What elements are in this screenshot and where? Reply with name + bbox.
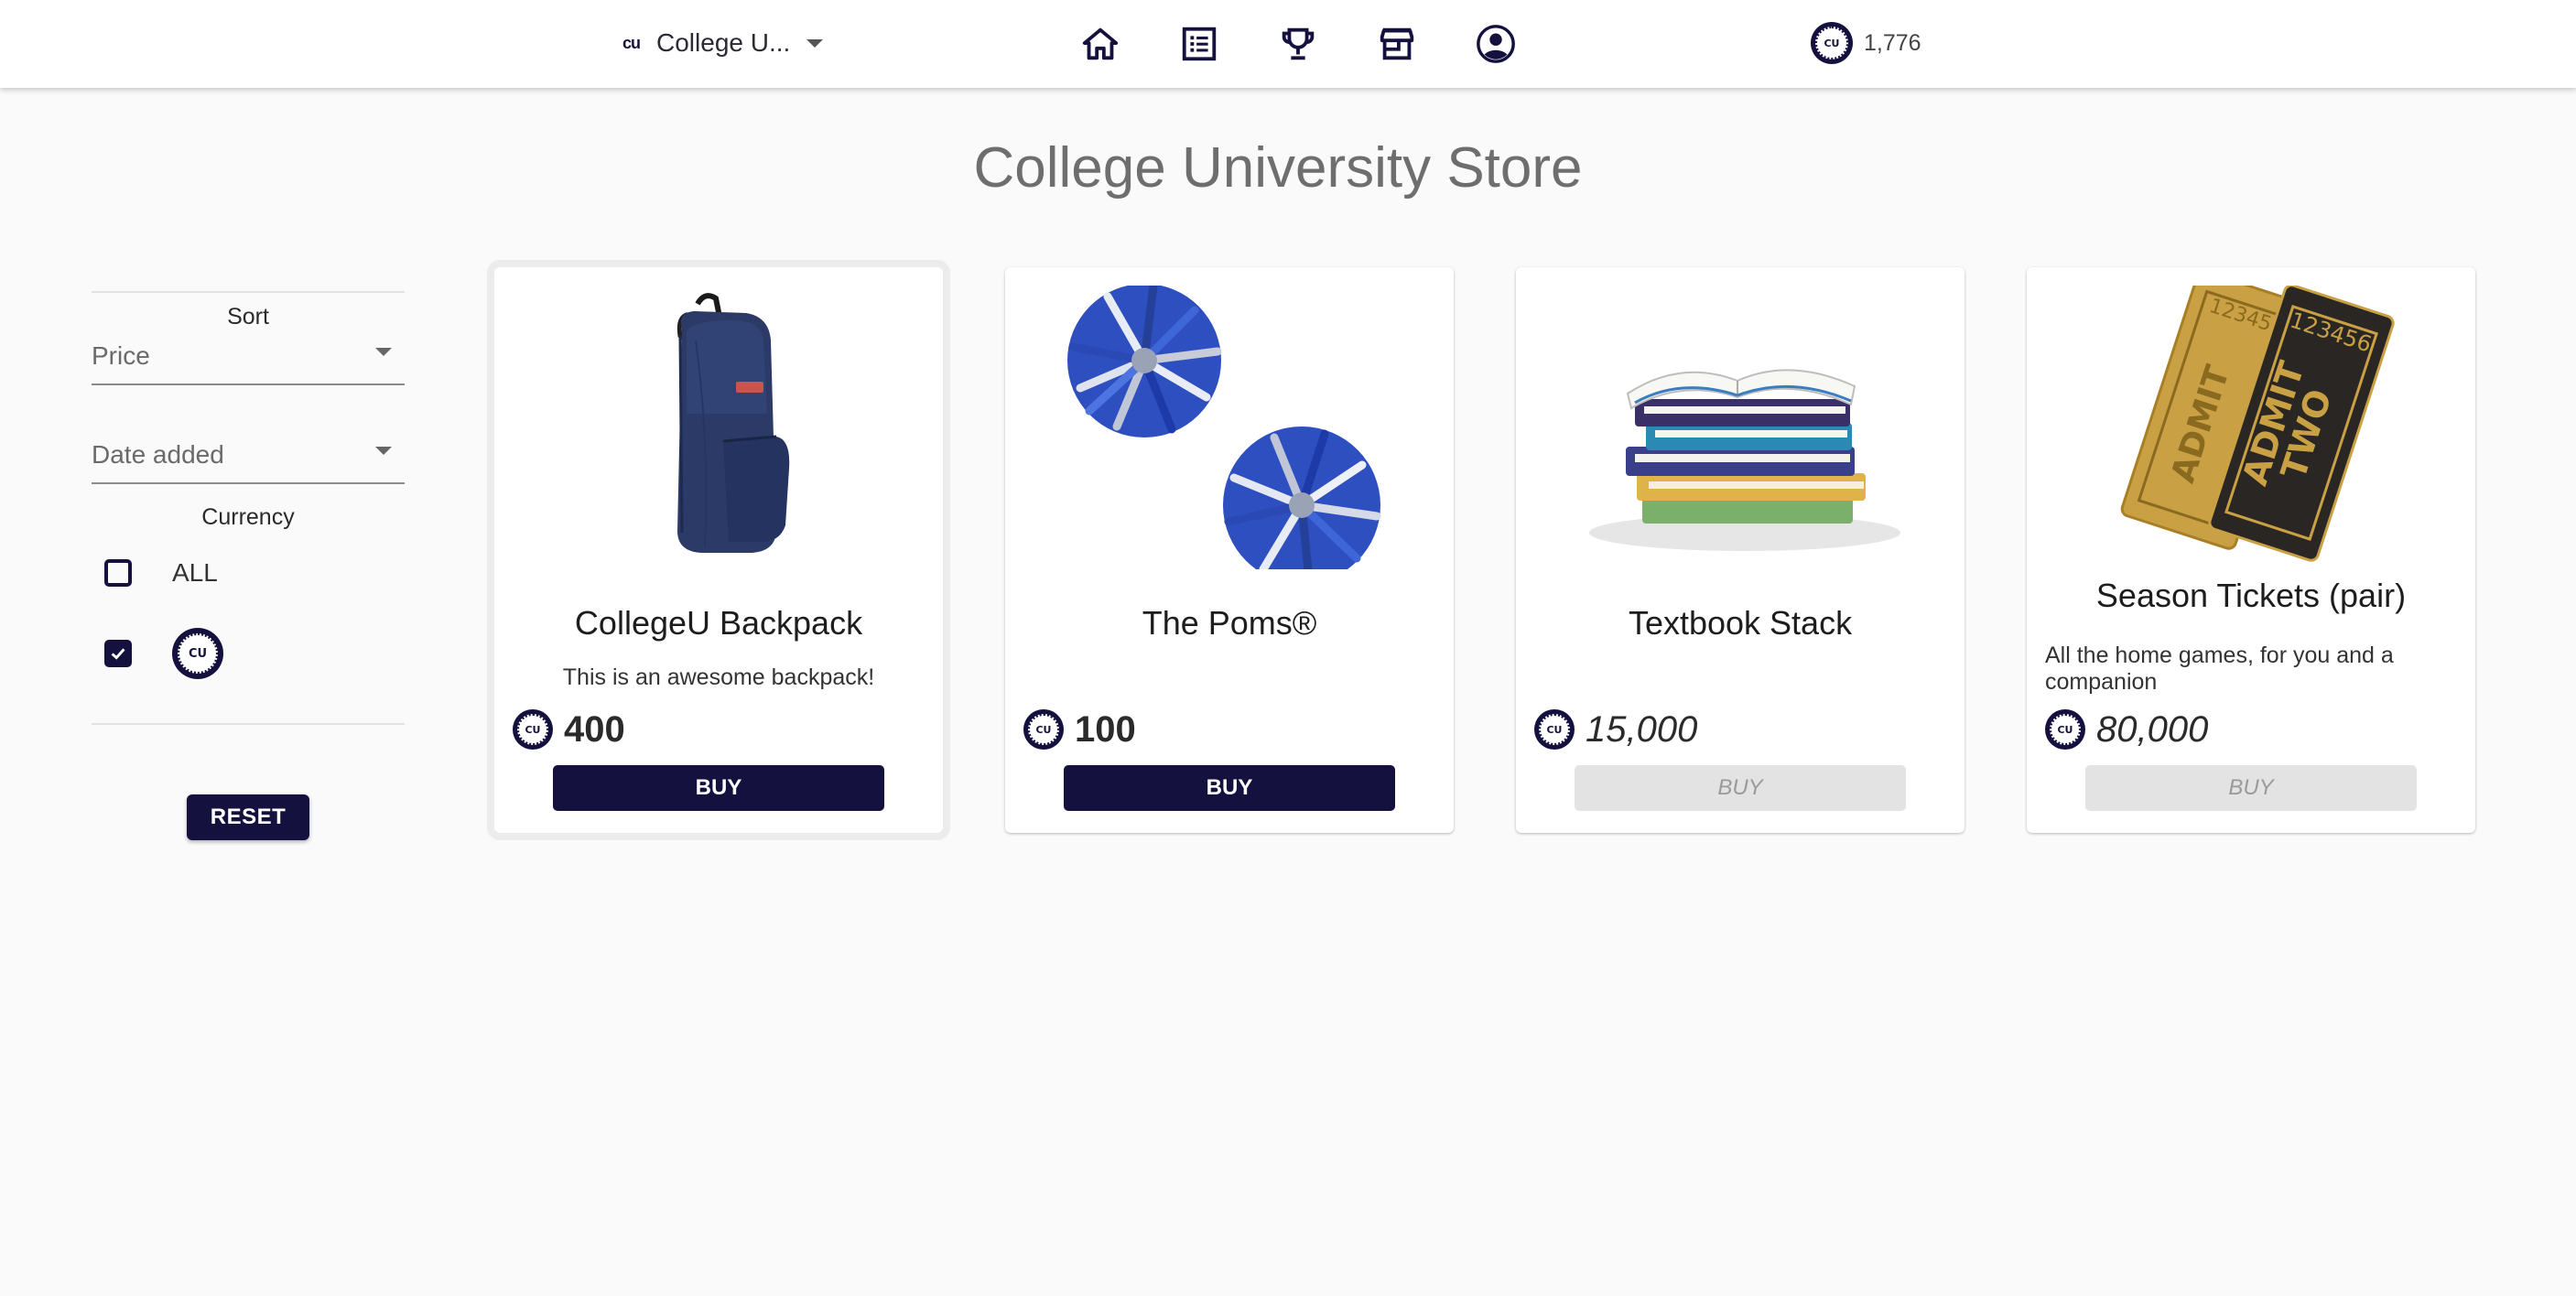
dropdown-arrow-icon: [375, 447, 392, 455]
home-icon[interactable]: [1075, 18, 1126, 70]
sort-date-select[interactable]: Date added: [92, 431, 405, 484]
product-price: CU 100: [1023, 707, 1136, 752]
currency-option-all: ALL: [92, 533, 405, 613]
cu-coin-icon: CU: [1023, 709, 1064, 750]
price-amount: 15,000: [1586, 708, 1698, 750]
buy-button[interactable]: BUY: [1575, 765, 1906, 811]
filter-sidebar: Sort Price Date added Currency ALL CU RE…: [92, 291, 405, 840]
buy-button[interactable]: BUY: [2085, 765, 2417, 811]
all-checkbox[interactable]: [104, 559, 132, 587]
cu-coin-icon: CU: [513, 709, 553, 750]
product-title: Season Tickets (pair): [2095, 577, 2407, 614]
product-card[interactable]: Textbook Stack CU 15,000 BUY: [1516, 267, 1964, 833]
cu-coin-icon: CU: [1811, 22, 1853, 64]
cu-coin-icon: CU: [1534, 709, 1575, 750]
buy-button[interactable]: BUY: [1064, 765, 1395, 811]
backpack-image: [549, 286, 888, 569]
buy-button[interactable]: BUY: [553, 765, 884, 811]
sort-label: Sort: [227, 304, 269, 329]
balance-amount: 1,776: [1864, 29, 1921, 56]
cu-checkbox[interactable]: [104, 640, 132, 667]
org-name: College U...: [656, 28, 791, 57]
product-price: CU 15,000: [1534, 707, 1697, 752]
tickets-image: 123456 ADMIT 123456 ADMIT TWO: [2082, 286, 2420, 569]
org-logo: cu: [622, 33, 641, 52]
page-title: College University Store: [973, 136, 1583, 200]
currency-label: Currency: [201, 504, 295, 530]
price-amount: 80,000: [2096, 708, 2209, 750]
product-description: This is an awesome backpack!: [562, 664, 875, 690]
all-label: ALL: [172, 558, 218, 587]
trophy-icon[interactable]: [1272, 18, 1324, 70]
account-icon[interactable]: [1470, 18, 1521, 70]
top-app-bar: cu College U... CU 1,776: [0, 0, 2576, 88]
product-price: CU 80,000: [2045, 707, 2208, 752]
product-title: Textbook Stack: [1628, 604, 1853, 642]
check-icon: [111, 648, 125, 660]
product-card[interactable]: The Poms® CU 100 BUY: [1005, 267, 1454, 833]
cu-coin-icon: CU: [172, 628, 223, 679]
product-price: CU 400: [513, 707, 625, 752]
organization-selector[interactable]: cu College U...: [622, 20, 824, 66]
product-description: All the home games, for you and a compan…: [2045, 643, 2394, 695]
coin-balance: CU 1,776: [1811, 20, 1921, 66]
chevron-down-icon: [806, 38, 824, 48]
dropdown-arrow-icon: [375, 348, 392, 356]
price-amount: 400: [564, 708, 625, 750]
product-card[interactable]: 123456 ADMIT 123456 ADMIT TWO Season Tic…: [2027, 267, 2475, 833]
cu-coin-icon: CU: [2045, 709, 2085, 750]
divider: [92, 291, 405, 293]
books-image: [1571, 286, 1910, 569]
price-amount: 100: [1075, 708, 1136, 750]
currency-option-cu: CU: [92, 613, 405, 694]
product-title: The Poms®: [1142, 604, 1317, 642]
product-title: CollegeU Backpack: [574, 604, 863, 642]
store-icon[interactable]: [1371, 18, 1423, 70]
divider: [92, 723, 405, 725]
product-card[interactable]: CollegeU Backpack This is an awesome bac…: [487, 260, 950, 840]
reset-button[interactable]: RESET: [187, 794, 309, 840]
sort-date-value: Date added: [92, 440, 224, 469]
sort-price-value: Price: [92, 341, 150, 370]
list-icon[interactable]: [1174, 18, 1225, 70]
sort-price-select[interactable]: Price: [92, 332, 405, 385]
pompoms-image: [1060, 286, 1399, 569]
